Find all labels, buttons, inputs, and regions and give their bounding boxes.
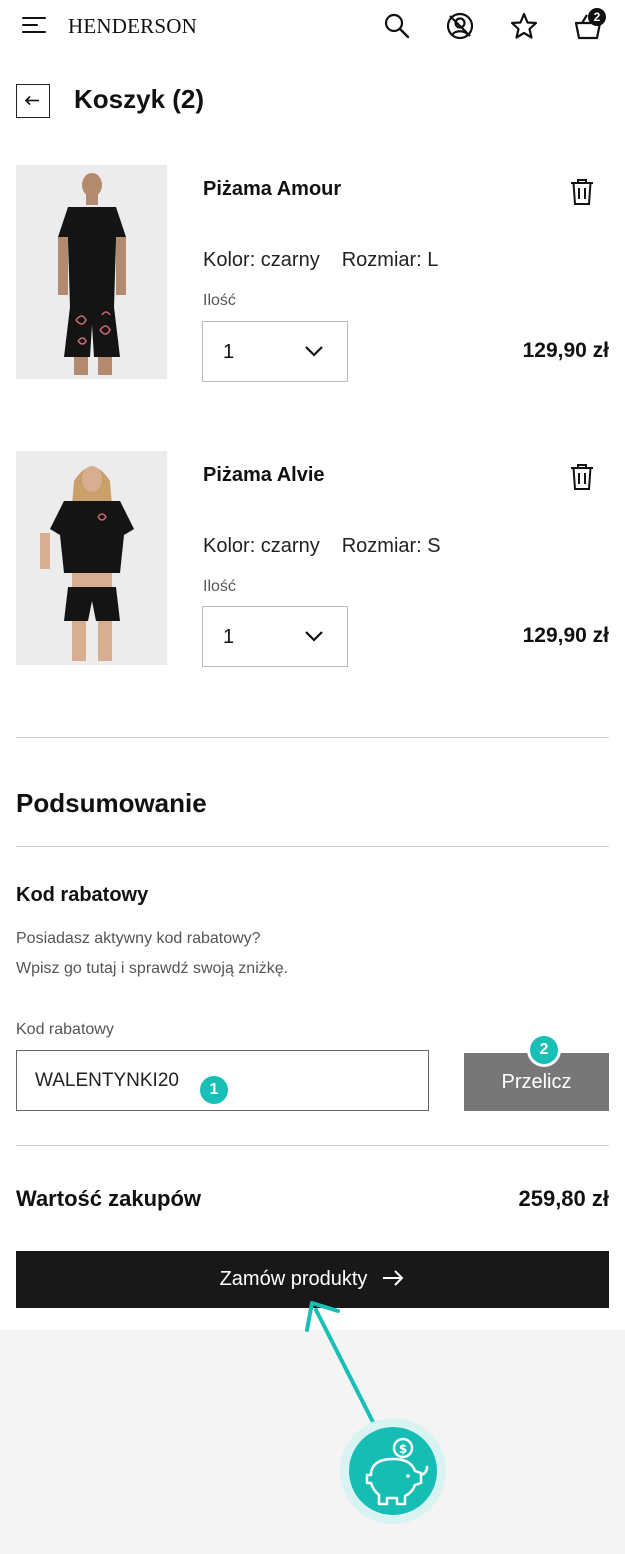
chevron-down-icon xyxy=(305,346,323,357)
product-photo xyxy=(16,165,167,379)
product-attributes: Kolor: czarny Rozmiar: L xyxy=(203,249,438,272)
back-button[interactable] xyxy=(16,84,50,118)
trash-icon[interactable] xyxy=(569,178,595,206)
brand-logo[interactable]: HENDERSON xyxy=(68,14,197,39)
total-label: Wartość zakupów xyxy=(16,1186,201,1211)
svg-text:$: $ xyxy=(399,1442,407,1456)
search-icon[interactable] xyxy=(381,10,413,42)
piggy-bank-icon: $ xyxy=(349,1427,437,1515)
cart-page: HENDERSON 2 Koszyk (2) Piżama Amour Kolo… xyxy=(0,0,625,1330)
arrow-right-icon xyxy=(383,1270,404,1286)
product-photo xyxy=(16,451,167,665)
cart-count-badge: 2 xyxy=(588,8,606,26)
product-name[interactable]: Piżama Alvie xyxy=(203,464,325,487)
trash-icon[interactable] xyxy=(569,463,595,491)
page-title: Koszyk (2) xyxy=(74,84,205,114)
discount-code-value: WALENTYNKI20 xyxy=(35,1070,179,1091)
product-attributes: Kolor: czarny Rozmiar: S xyxy=(203,535,441,558)
star-icon[interactable] xyxy=(508,10,540,42)
arrow-left-icon xyxy=(24,95,39,106)
quantity-select[interactable]: 1 xyxy=(202,321,348,382)
product-price: 129,90 zł xyxy=(522,624,609,647)
quantity-label: Ilość xyxy=(203,578,236,595)
code-field-label: Kod rabatowy xyxy=(16,1021,114,1038)
product-size: Rozmiar: L xyxy=(341,249,439,271)
order-button[interactable]: Zamów produkty xyxy=(16,1251,609,1308)
discount-help-text: Wpisz go tutaj i sprawdź swoją zniżkę. xyxy=(16,960,289,977)
total-value: 259,80 zł xyxy=(518,1186,609,1211)
top-header: HENDERSON 2 xyxy=(0,0,625,54)
product-image-alvie[interactable] xyxy=(16,451,167,665)
menu-icon[interactable] xyxy=(22,15,48,35)
discount-heading: Kod rabatowy xyxy=(16,884,149,906)
divider xyxy=(16,846,609,847)
quantity-value: 1 xyxy=(223,341,235,363)
product-size: Rozmiar: S xyxy=(341,535,441,557)
step-marker-1: 1 xyxy=(197,1073,231,1107)
quantity-label: Ilość xyxy=(203,292,236,309)
product-color: Kolor: czarny xyxy=(203,249,320,271)
product-name[interactable]: Piżama Amour xyxy=(203,178,341,201)
quantity-value: 1 xyxy=(223,626,235,648)
account-icon[interactable] xyxy=(444,10,476,42)
chevron-down-icon xyxy=(305,631,323,642)
quantity-select[interactable]: 1 xyxy=(202,606,348,667)
product-color: Kolor: czarny xyxy=(203,535,320,557)
divider xyxy=(16,737,609,738)
order-button-label: Zamów produkty xyxy=(219,1268,368,1290)
step-marker-2: 2 xyxy=(527,1033,561,1067)
discount-help-text: Posiadasz aktywny kod rabatowy? xyxy=(16,930,261,947)
product-image-amour[interactable] xyxy=(16,165,167,379)
product-price: 129,90 zł xyxy=(522,339,609,362)
divider xyxy=(16,1145,609,1146)
summary-title: Podsumowanie xyxy=(16,788,207,818)
